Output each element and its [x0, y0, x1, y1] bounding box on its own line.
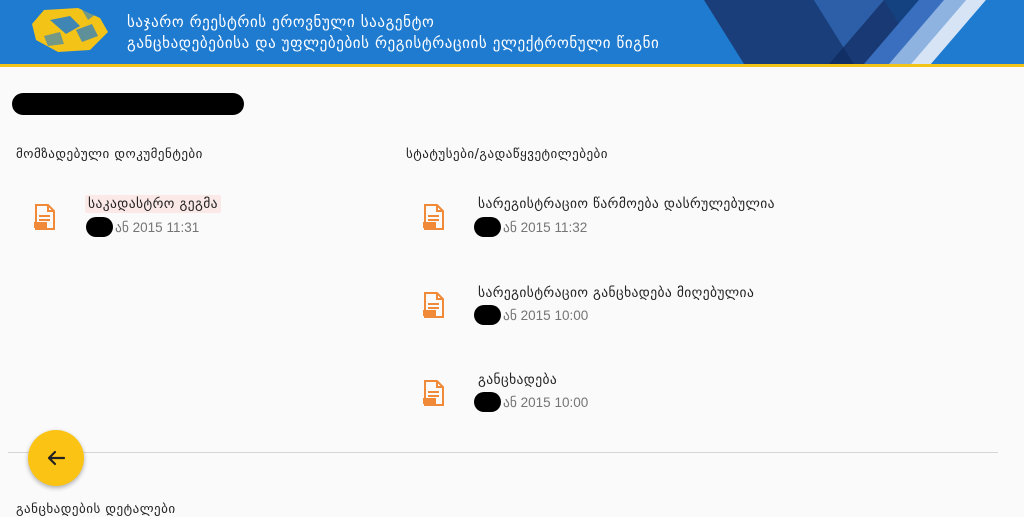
statuses-heading: სტატუსები/გადაწყვეტილებები [406, 147, 609, 162]
redacted-date [474, 217, 501, 237]
header-decoration [704, 0, 1024, 64]
status-date: ან 2015 10:00 [474, 392, 588, 412]
status-date: ან 2015 11:32 [474, 217, 587, 237]
redacted-application-number [12, 93, 244, 115]
status-date: ან 2015 10:00 [474, 305, 588, 325]
header-title-line2: განცხადებებისა და უფლებების რეგისტრაციის… [127, 34, 660, 52]
status-title[interactable]: სარეგისტრაციო წარმოება დასრულებულია [475, 195, 778, 213]
status-title[interactable]: სარეგისტრაციო განცხადება მიღებულია [475, 284, 757, 302]
prepared-documents-heading: მომზადებული დოკუმენტები [16, 147, 203, 162]
arrow-left-icon [47, 450, 66, 466]
document-icon [423, 204, 444, 230]
section-divider [8, 452, 998, 453]
back-button[interactable] [28, 430, 84, 486]
bottom-section-heading: განცხადების დეტალები [16, 502, 176, 517]
document-title[interactable]: საკადასტრო გეგმა [85, 195, 221, 213]
document-date: ან 2015 11:31 [86, 217, 199, 237]
app-header: საჯარო რეესტრის ეროვნული სააგენტო განცხა… [0, 0, 1024, 64]
document-icon [34, 204, 55, 230]
logo [32, 8, 108, 52]
redacted-date [474, 305, 501, 325]
header-title: საჯარო რეესტრის ეროვნული სააგენტო განცხა… [127, 11, 659, 53]
redacted-date [86, 217, 113, 237]
document-icon [423, 292, 444, 318]
status-title[interactable]: განცხადება [475, 371, 560, 389]
redacted-date [474, 392, 501, 412]
header-title-line1: საჯარო რეესტრის ეროვნული სააგენტო [127, 13, 435, 31]
document-icon [423, 380, 444, 406]
header-accent-stripe [0, 64, 1024, 67]
